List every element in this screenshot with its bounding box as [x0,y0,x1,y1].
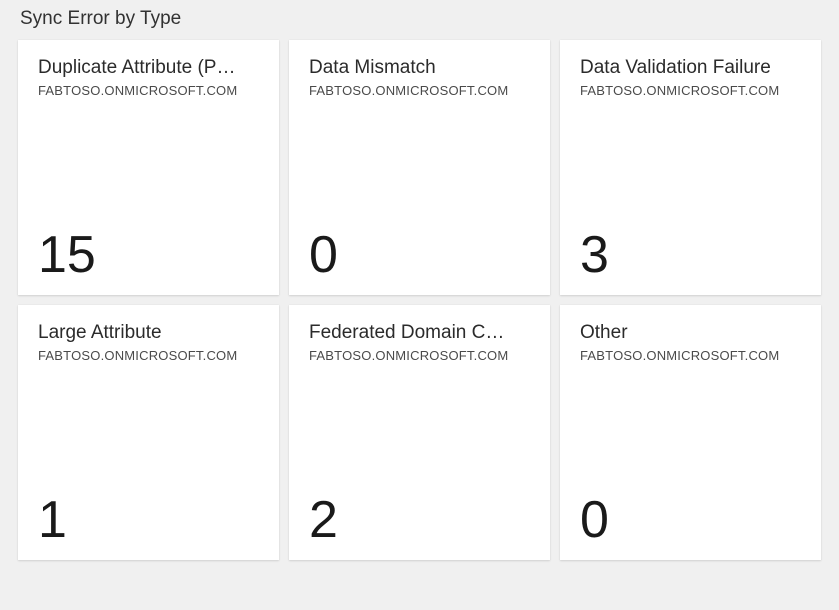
tile-subtitle: FABTOSO.ONMICROSOFT.COM [580,83,801,98]
tile-title: Data Mismatch [309,56,530,81]
tile-header: Federated Domain C… FABTOSO.ONMICROSOFT.… [309,321,530,363]
tile-title: Large Attribute [38,321,259,346]
tile-other[interactable]: Other FABTOSO.ONMICROSOFT.COM 0 [560,305,821,560]
page-title: Sync Error by Type [18,8,821,30]
tile-header: Data Validation Failure FABTOSO.ONMICROS… [580,56,801,98]
tile-duplicate-attribute[interactable]: Duplicate Attribute (P… FABTOSO.ONMICROS… [18,40,279,295]
tile-grid: Duplicate Attribute (P… FABTOSO.ONMICROS… [18,40,821,560]
tile-data-mismatch[interactable]: Data Mismatch FABTOSO.ONMICROSOFT.COM 0 [289,40,550,295]
tile-value: 2 [309,494,530,546]
tile-large-attribute[interactable]: Large Attribute FABTOSO.ONMICROSOFT.COM … [18,305,279,560]
tile-title: Duplicate Attribute (P… [38,56,259,81]
sync-error-panel: Sync Error by Type Duplicate Attribute (… [0,0,839,578]
tile-value: 0 [580,494,801,546]
tile-subtitle: FABTOSO.ONMICROSOFT.COM [38,348,259,363]
tile-subtitle: FABTOSO.ONMICROSOFT.COM [309,83,530,98]
tile-title: Other [580,321,801,346]
tile-subtitle: FABTOSO.ONMICROSOFT.COM [38,83,259,98]
tile-title: Federated Domain C… [309,321,530,346]
tile-header: Duplicate Attribute (P… FABTOSO.ONMICROS… [38,56,259,98]
tile-value: 15 [38,229,259,281]
tile-header: Large Attribute FABTOSO.ONMICROSOFT.COM [38,321,259,363]
tile-value: 0 [309,229,530,281]
tile-title: Data Validation Failure [580,56,801,81]
tile-subtitle: FABTOSO.ONMICROSOFT.COM [309,348,530,363]
tile-data-validation-failure[interactable]: Data Validation Failure FABTOSO.ONMICROS… [560,40,821,295]
tile-header: Other FABTOSO.ONMICROSOFT.COM [580,321,801,363]
tile-value: 3 [580,229,801,281]
tile-subtitle: FABTOSO.ONMICROSOFT.COM [580,348,801,363]
tile-value: 1 [38,494,259,546]
tile-header: Data Mismatch FABTOSO.ONMICROSOFT.COM [309,56,530,98]
tile-federated-domain-change[interactable]: Federated Domain C… FABTOSO.ONMICROSOFT.… [289,305,550,560]
